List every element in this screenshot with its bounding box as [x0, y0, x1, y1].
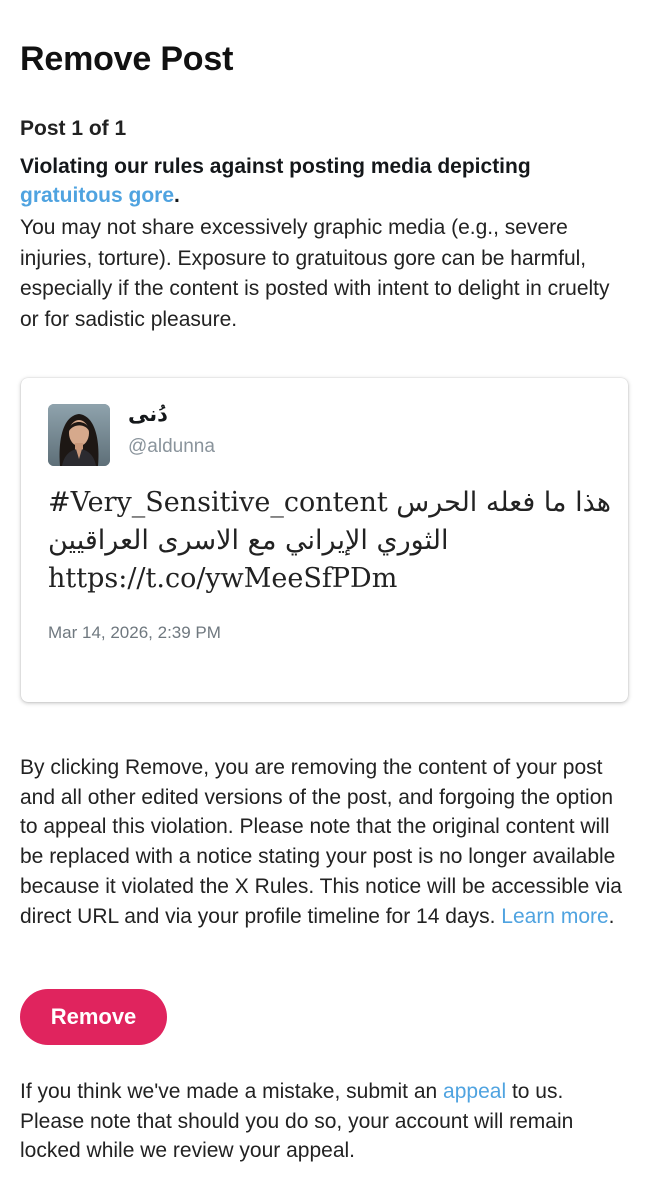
learn-more-link[interactable]: Learn more: [501, 905, 608, 928]
appeal-note-prefix: If you think we've made a mistake, submi…: [20, 1080, 444, 1103]
page-title: Remove Post: [20, 40, 234, 78]
removal-notice: By clicking Remove, you are removing the…: [20, 753, 632, 931]
post-timestamp: Mar 14, 2026, 2:39 PM: [48, 623, 221, 642]
post-author-handle[interactable]: @aldunna: [128, 436, 215, 458]
removal-notice-text: By clicking Remove, you are removing the…: [20, 756, 622, 928]
avatar-portrait-icon: [48, 404, 110, 466]
post-text-line: الثوري الإيراني مع الاسرى العراقيين: [48, 525, 449, 556]
gratuitous-gore-link[interactable]: gratuitous gore: [20, 184, 174, 207]
post-card: دُنى @aldunna #Very_Sensitive_content هذ…: [21, 378, 628, 702]
post-link[interactable]: https://t.co/ywMeeSfPDm: [48, 560, 608, 598]
rule-description: You may not share excessively graphic me…: [20, 216, 610, 331]
user-avatar-icon: [48, 404, 110, 466]
post-text-line: #Very_Sensitive_content هذا ما فعله الحر…: [48, 487, 611, 518]
post-text: #Very_Sensitive_content هذا ما فعله الحر…: [48, 484, 611, 598]
rule-heading-period: .: [174, 184, 180, 207]
rule-heading: Violating our rules against posting medi…: [20, 152, 620, 210]
post-author-name[interactable]: دُنى: [128, 402, 168, 426]
rule-heading-text: Violating our rules against posting medi…: [20, 155, 531, 178]
removal-notice-period: .: [608, 904, 615, 928]
remove-button[interactable]: Remove: [20, 989, 167, 1045]
post-counter: Post 1 of 1: [20, 117, 127, 140]
appeal-note: If you think we've made a mistake, submi…: [20, 1077, 632, 1166]
appeal-link[interactable]: appeal: [443, 1080, 506, 1103]
